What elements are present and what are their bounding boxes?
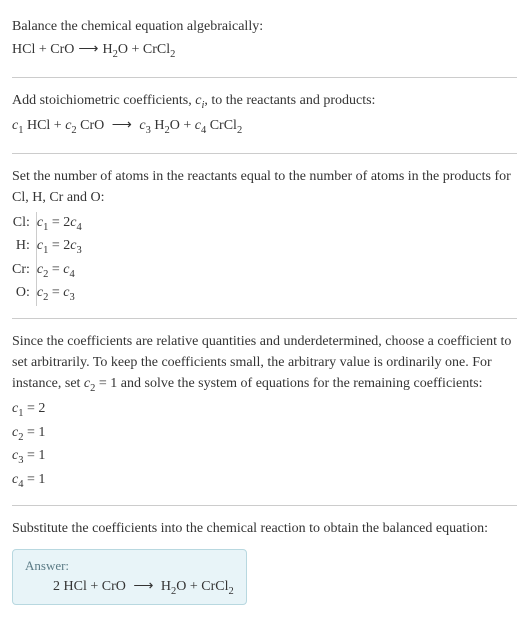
eq-rhs1b: O — [118, 42, 128, 57]
sp1: HCl + — [23, 118, 65, 133]
answer-equation: 2 HCl + CrO ⟶ H2O + CrCl2 — [25, 578, 234, 597]
eq-rhs2a: CrCl — [143, 42, 170, 57]
solve-text-b: = 1 and solve the system of equations fo… — [95, 376, 482, 391]
divider — [12, 153, 517, 154]
eq-lhs2: CrO — [50, 42, 74, 57]
arrow-icon: ⟶ — [108, 118, 136, 133]
ans-cl2sub: 2 — [229, 585, 234, 596]
eq: = 1 — [23, 448, 45, 463]
atoms-title: Set the number of atoms in the reactants… — [12, 166, 517, 208]
eq-plus1: + — [35, 42, 50, 57]
divider — [12, 318, 517, 319]
section-stoich: Add stoichiometric coefficients, ci, to … — [12, 82, 517, 149]
table-row: O: c2 = c3 — [12, 282, 88, 306]
eq-rhs2sub: 2 — [170, 49, 175, 60]
answer-label: Answer: — [25, 558, 234, 574]
table-row: Cr: c2 = c4 — [12, 259, 88, 283]
eq: = 2 — [48, 238, 70, 253]
divider — [12, 505, 517, 506]
eq: = 1 — [23, 472, 45, 487]
stoich-title: Add stoichiometric coefficients, ci, to … — [12, 90, 517, 114]
atom-label: O: — [12, 282, 36, 306]
eq: = — [48, 262, 63, 277]
atom-eq: c1 = 2c4 — [36, 212, 87, 236]
atom-eq: c2 = c4 — [36, 259, 87, 283]
ans-lhs: 2 HCl + CrO — [53, 579, 129, 594]
section-atoms: Set the number of atoms in the reactants… — [12, 158, 517, 314]
sp2: CrO — [77, 118, 108, 133]
arrow-icon: ⟶ — [129, 579, 157, 594]
stoich-title-b: , to the reactants and products: — [204, 93, 375, 108]
sp5: O + — [170, 118, 195, 133]
answer-box: Answer: 2 HCl + CrO ⟶ H2O + CrCl2 — [12, 549, 247, 606]
sp4: H — [151, 118, 165, 133]
atom-label: Cl: — [12, 212, 36, 236]
problem-title: Balance the chemical equation algebraica… — [12, 16, 517, 37]
atom-eq: c2 = c3 — [36, 282, 87, 306]
solve-text: Since the coefficients are relative quan… — [12, 331, 517, 397]
atoms-table: Cl: c1 = 2c4 H: c1 = 2c3 Cr: c2 = c4 O: … — [12, 212, 88, 306]
eq-rhs1a: H — [102, 42, 112, 57]
arrow-icon: ⟶ — [74, 42, 102, 57]
atom-label: Cr: — [12, 259, 36, 283]
sp6: CrCl — [206, 118, 237, 133]
table-row: Cl: c1 = 2c4 — [12, 212, 88, 236]
problem-equation: HCl + CrO⟶H2O + CrCl2 — [12, 39, 517, 63]
stoich-title-a: Add stoichiometric coefficients, — [12, 93, 195, 108]
cl2-sub: 2 — [237, 125, 242, 136]
section-solve: Since the coefficients are relative quan… — [12, 323, 517, 501]
table-row: H: c1 = 2c3 — [12, 235, 88, 259]
coef-line: c2 = 1 — [12, 422, 517, 446]
eq-plus2: + — [128, 42, 143, 57]
c-sub: 3 — [69, 292, 74, 303]
eq: = — [48, 285, 63, 300]
coef-line: c3 = 1 — [12, 445, 517, 469]
c-sub: 4 — [76, 221, 81, 232]
eq-lhs1: HCl — [12, 42, 35, 57]
atom-eq: c1 = 2c3 — [36, 235, 87, 259]
eq: = 2 — [48, 215, 70, 230]
c-sub: 3 — [76, 245, 81, 256]
ans-rhs-a: H — [157, 579, 171, 594]
divider — [12, 77, 517, 78]
eq: = 1 — [23, 425, 45, 440]
coef-line: c4 = 1 — [12, 469, 517, 493]
answer-title: Substitute the coefficients into the che… — [12, 518, 517, 539]
coef-line: c1 = 2 — [12, 398, 517, 422]
stoich-equation: c1 HCl + c2 CrO ⟶ c3 H2O + c4 CrCl2 — [12, 115, 517, 139]
c-sub: 4 — [69, 269, 74, 280]
section-answer: Substitute the coefficients into the che… — [12, 510, 517, 614]
eq: = 2 — [23, 401, 45, 416]
ans-rhs-b: O + CrCl — [176, 579, 228, 594]
atom-label: H: — [12, 235, 36, 259]
section-problem: Balance the chemical equation algebraica… — [12, 8, 517, 73]
